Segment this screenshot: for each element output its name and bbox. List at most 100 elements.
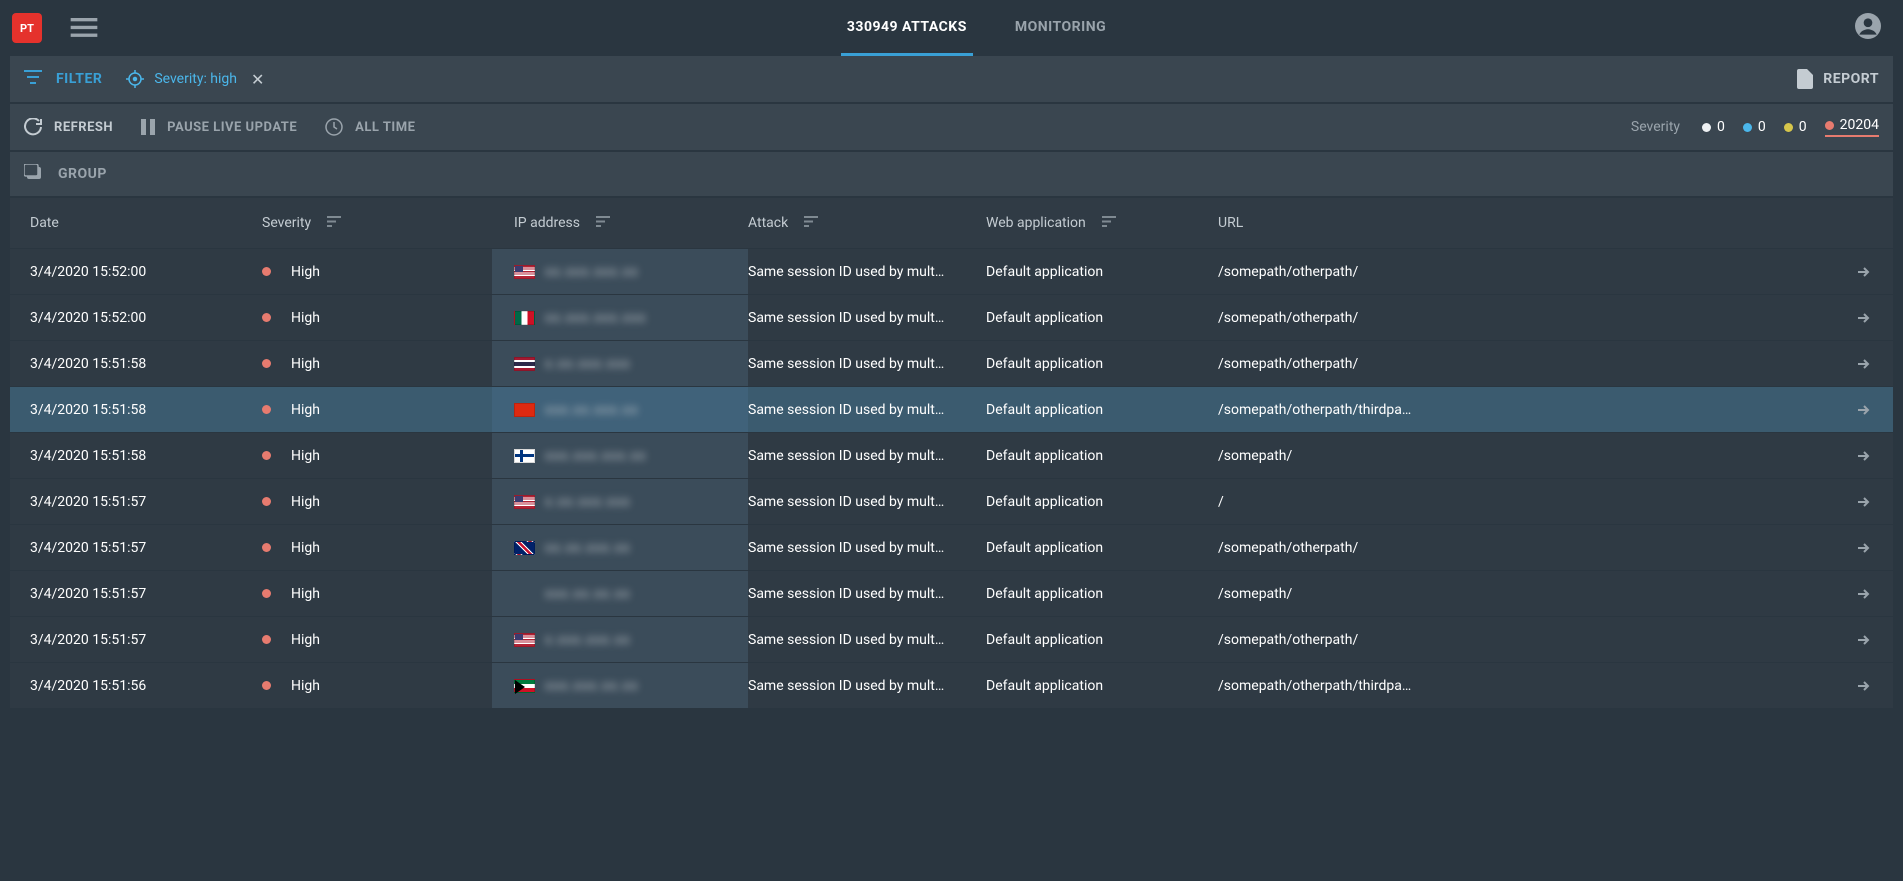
severity-dot-icon: [262, 313, 271, 322]
cell-ip: xx.xx.xxx.xx: [492, 525, 748, 570]
filter-bar: FILTER Severity: high ✕ REPORT: [10, 56, 1893, 102]
arrow-right-icon: [1856, 633, 1870, 647]
table-row[interactable]: 3/4/2020 15:51:56Highxxx.xxx.xx.xxSame s…: [10, 662, 1893, 708]
report-label: REPORT: [1823, 71, 1879, 87]
group-icon: [24, 164, 44, 185]
cell-severity: High: [262, 678, 492, 694]
sort-icon[interactable]: [596, 215, 610, 231]
filter-chip-severity[interactable]: Severity: high ✕: [126, 70, 264, 89]
action-bar: REFRESH PAUSE LIVE UPDATE ALL TIME Sever…: [10, 104, 1893, 150]
cell-severity: High: [262, 402, 492, 418]
cell-ip: xxx.xxx.xxx.xx: [492, 433, 748, 478]
cell-app: Default application: [986, 632, 1218, 648]
cell-url: /somepath/: [1218, 448, 1833, 464]
cell-severity: High: [262, 494, 492, 510]
row-open-button[interactable]: [1833, 541, 1893, 555]
cell-severity: High: [262, 264, 492, 280]
severity-dot-icon: [262, 497, 271, 506]
nav-monitoring[interactable]: MONITORING: [1009, 1, 1112, 56]
arrow-right-icon: [1856, 679, 1870, 693]
group-bar[interactable]: GROUP: [10, 152, 1893, 196]
severity-dot-icon: [262, 589, 271, 598]
column-url[interactable]: URL: [1218, 215, 1833, 231]
row-open-button[interactable]: [1833, 357, 1893, 371]
row-open-button[interactable]: [1833, 311, 1893, 325]
arrow-right-icon: [1856, 357, 1870, 371]
cell-ip: xxx.xx.xxx.xx: [492, 387, 748, 432]
nav-attacks[interactable]: 330949 ATTACKS: [841, 1, 973, 56]
pause-button[interactable]: PAUSE LIVE UPDATE: [141, 119, 297, 135]
table-row[interactable]: 3/4/2020 15:51:57Highxx.xx.xxx.xxSame se…: [10, 524, 1893, 570]
row-open-button[interactable]: [1833, 403, 1893, 417]
column-date[interactable]: Date: [10, 215, 262, 231]
arrow-right-icon: [1856, 449, 1870, 463]
report-button[interactable]: REPORT: [1797, 69, 1879, 89]
table-row[interactable]: 3/4/2020 15:51:57Highx.xx.xxx.xxxSame se…: [10, 478, 1893, 524]
cell-date: 3/4/2020 15:51:57: [10, 540, 262, 556]
severity-dot-icon: [262, 451, 271, 460]
flag-icon: [514, 449, 535, 463]
cell-ip: xxx.xx.xx.xx: [492, 571, 748, 616]
cell-attack: Same session ID used by mult…: [748, 402, 986, 418]
severity-dot-icon: [262, 267, 271, 276]
cell-app: Default application: [986, 494, 1218, 510]
table-header: Date Severity IP address Attack Web appl…: [10, 198, 1893, 248]
table-row[interactable]: 3/4/2020 15:51:58Highxxx.xxx.xxx.xxSame …: [10, 432, 1893, 478]
column-severity[interactable]: Severity: [262, 215, 492, 231]
refresh-icon: [24, 118, 42, 136]
column-app[interactable]: Web application: [986, 215, 1218, 231]
cell-date: 3/4/2020 15:51:58: [10, 356, 262, 372]
logo[interactable]: PT: [12, 13, 42, 43]
cell-url: /somepath/otherpath/thirdpa…: [1218, 402, 1833, 418]
severity-count-info[interactable]: 0: [1702, 119, 1725, 135]
table-row[interactable]: 3/4/2020 15:51:58Highxxx.xx.xxx.xxSame s…: [10, 386, 1893, 432]
severity-stats: Severity 0 0 0 20204: [1631, 117, 1879, 137]
table-row[interactable]: 3/4/2020 15:51:58Highx.xx.xxx.xxxSame se…: [10, 340, 1893, 386]
filter-button[interactable]: FILTER: [56, 71, 102, 87]
cell-url: /somepath/otherpath/: [1218, 264, 1833, 280]
sort-icon[interactable]: [327, 215, 341, 231]
table-row[interactable]: 3/4/2020 15:52:00Highxx.xxx.xxx.xxxSame …: [10, 294, 1893, 340]
severity-dot-icon: [262, 681, 271, 690]
filter-icon[interactable]: [24, 70, 42, 88]
severity-stats-label: Severity: [1631, 119, 1680, 135]
cell-date: 3/4/2020 15:52:00: [10, 310, 262, 326]
table-row[interactable]: 3/4/2020 15:52:00Highxx.xxx.xxx.xxSame s…: [10, 248, 1893, 294]
cell-app: Default application: [986, 264, 1218, 280]
close-icon[interactable]: ✕: [251, 70, 264, 89]
attacks-table: Date Severity IP address Attack Web appl…: [10, 198, 1893, 708]
account-icon[interactable]: [1855, 13, 1881, 43]
cell-severity: High: [262, 310, 492, 326]
severity-dot-icon: [262, 635, 271, 644]
cell-attack: Same session ID used by mult…: [748, 356, 986, 372]
cell-date: 3/4/2020 15:51:58: [10, 402, 262, 418]
cell-ip: x.xx.xxx.xxx: [492, 341, 748, 386]
menu-icon[interactable]: [70, 18, 98, 38]
table-row[interactable]: 3/4/2020 15:51:57Highxxx.xx.xx.xxSame se…: [10, 570, 1893, 616]
flag-icon: [514, 311, 535, 325]
cell-url: /somepath/otherpath/thirdpa…: [1218, 678, 1833, 694]
cell-ip: xx.xxx.xxx.xx: [492, 249, 748, 294]
row-open-button[interactable]: [1833, 495, 1893, 509]
row-open-button[interactable]: [1833, 265, 1893, 279]
row-open-button[interactable]: [1833, 449, 1893, 463]
cell-app: Default application: [986, 586, 1218, 602]
severity-count-medium[interactable]: 0: [1784, 119, 1807, 135]
row-open-button[interactable]: [1833, 587, 1893, 601]
severity-count-high[interactable]: 20204: [1825, 117, 1879, 137]
flag-icon: [514, 357, 535, 371]
time-filter-button[interactable]: ALL TIME: [325, 118, 415, 136]
cell-app: Default application: [986, 678, 1218, 694]
row-open-button[interactable]: [1833, 679, 1893, 693]
cell-date: 3/4/2020 15:51:57: [10, 494, 262, 510]
column-attack[interactable]: Attack: [748, 215, 986, 231]
row-open-button[interactable]: [1833, 633, 1893, 647]
flag-icon: [514, 495, 535, 509]
table-row[interactable]: 3/4/2020 15:51:57Highx.xxx.xxx.xxSame se…: [10, 616, 1893, 662]
severity-count-low[interactable]: 0: [1743, 119, 1766, 135]
refresh-button[interactable]: REFRESH: [24, 118, 113, 136]
cell-attack: Same session ID used by mult…: [748, 586, 986, 602]
sort-icon[interactable]: [1102, 215, 1116, 231]
sort-icon[interactable]: [804, 215, 818, 231]
column-ip[interactable]: IP address: [492, 215, 748, 231]
